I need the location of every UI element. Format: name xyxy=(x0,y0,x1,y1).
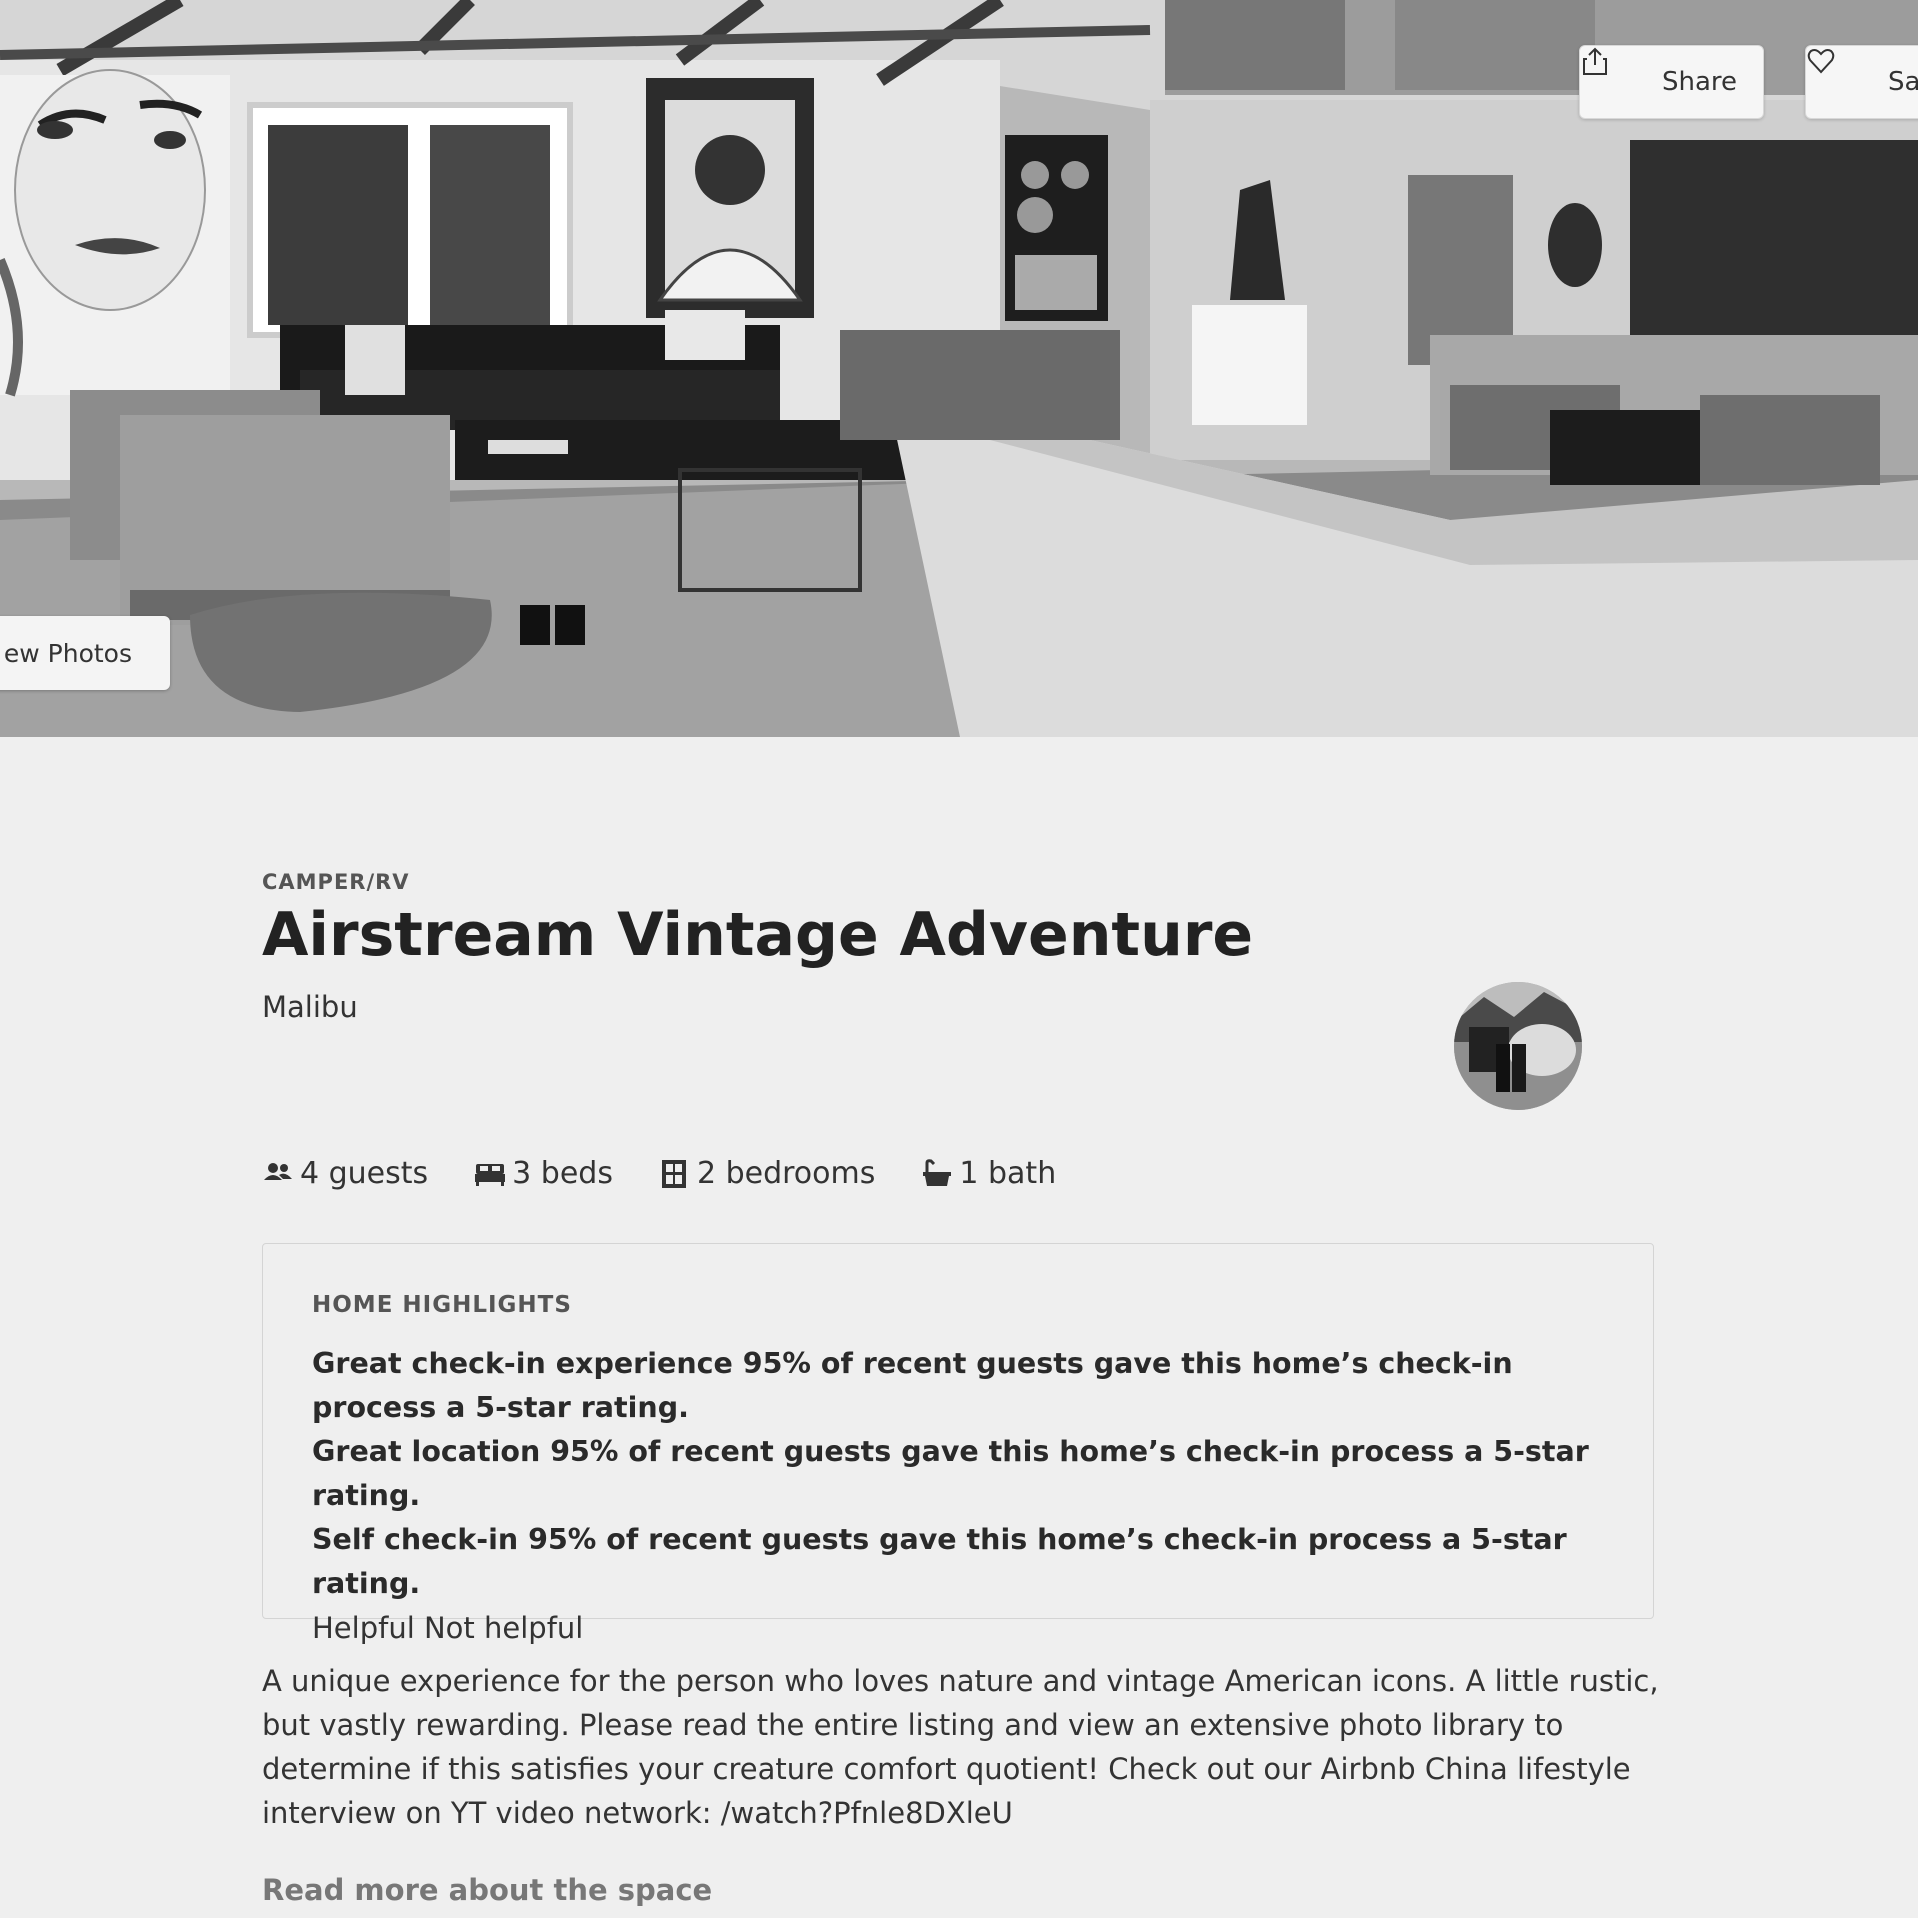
highlight-item: Great location 95% of recent guests gave… xyxy=(312,1435,1589,1512)
stat-bedrooms: 2 bedrooms xyxy=(659,1156,875,1191)
save-button[interactable]: Sav xyxy=(1805,45,1918,119)
hero-photo[interactable]: Share Sav ew Photos xyxy=(0,0,1918,737)
stat-bath-label: 1 bath xyxy=(959,1156,1057,1191)
home-highlights-card: HOME HIGHLIGHTS Great check-in experienc… xyxy=(262,1243,1654,1645)
stat-beds-label: 3 beds xyxy=(512,1156,613,1191)
highlights-feedback-links[interactable]: Helpful Not helpful xyxy=(312,1606,1605,1650)
share-button[interactable]: Share xyxy=(1579,45,1764,119)
host-avatar[interactable] xyxy=(1454,982,1582,1110)
share-label: Share xyxy=(1662,67,1738,97)
view-photos-label: ew Photos xyxy=(3,638,132,668)
read-more-link[interactable]: Read more about the space xyxy=(262,1873,712,1907)
stat-bath: 1 bath xyxy=(921,1156,1056,1191)
listing-description: A unique experience for the person who l… xyxy=(262,1664,1659,1830)
share-icon xyxy=(1583,47,1650,97)
guests-icon xyxy=(262,1158,294,1190)
listing-location[interactable]: Malibu xyxy=(262,990,358,1024)
stat-guests-label: 4 guests xyxy=(300,1156,429,1191)
bath-icon xyxy=(921,1158,953,1190)
highlight-item: Self check-in 95% of recent guests gave … xyxy=(312,1523,1567,1600)
stat-beds: 3 beds xyxy=(474,1156,613,1191)
save-label: Sav xyxy=(1888,67,1918,97)
highlights-heading: HOME HIGHLIGHTS xyxy=(312,1292,572,1318)
listing-category: CAMPER/RV xyxy=(262,870,410,894)
bed-icon xyxy=(474,1158,506,1190)
view-photos-button[interactable]: ew Photos xyxy=(0,616,170,690)
listing-title: Airstream Vintage Adventure xyxy=(262,900,1254,970)
highlight-item: Great check-in experience 95% of recent … xyxy=(312,1347,1513,1424)
listing-stats: 4 guests 3 beds 2 bedrooms 1 bath xyxy=(262,1156,1102,1191)
bedroom-icon xyxy=(659,1158,691,1190)
stat-guests: 4 guests xyxy=(262,1156,428,1191)
heart-icon xyxy=(1807,49,1876,97)
stat-bedrooms-label: 2 bedrooms xyxy=(696,1156,876,1191)
